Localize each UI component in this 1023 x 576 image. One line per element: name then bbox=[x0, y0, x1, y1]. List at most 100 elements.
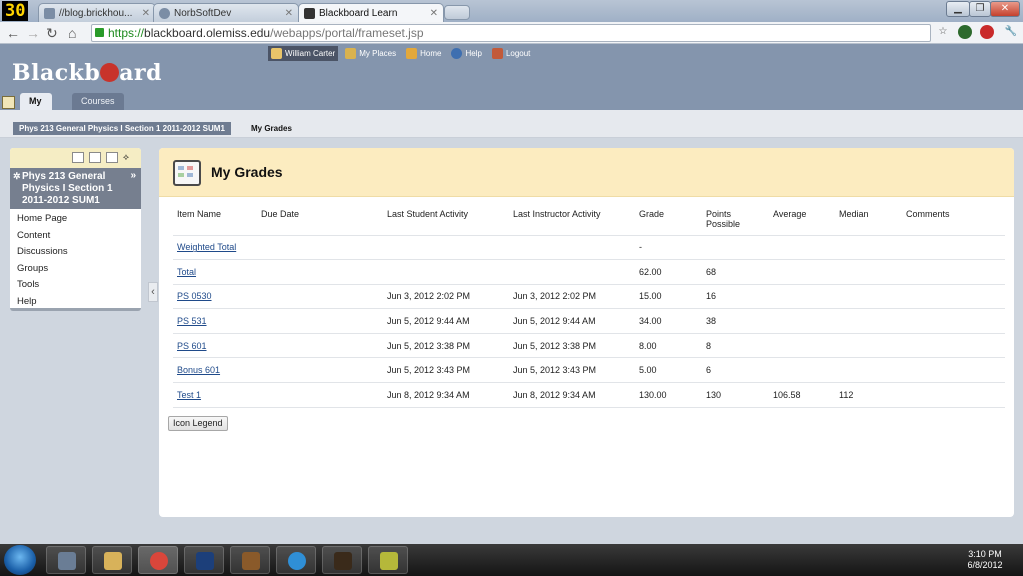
grade-item-link[interactable]: Bonus 601 bbox=[177, 365, 220, 375]
grade-item-link[interactable]: PS 531 bbox=[177, 316, 207, 326]
taskbar-app-library[interactable] bbox=[230, 546, 270, 574]
col-grade[interactable]: Grade bbox=[635, 205, 702, 236]
icon-legend-button[interactable]: Icon Legend bbox=[168, 416, 228, 431]
home-icon bbox=[406, 48, 418, 59]
col-due-date[interactable]: Due Date bbox=[257, 205, 383, 236]
course-menu: ⟡ ✲ Phys 213 General Physics I Section 1… bbox=[10, 148, 141, 311]
close-icon[interactable]: ✕ bbox=[430, 4, 438, 22]
cell-average bbox=[769, 284, 835, 310]
grade-item-link[interactable]: PS 0530 bbox=[177, 291, 212, 301]
maximize-button[interactable]: ❐ bbox=[969, 1, 991, 17]
course-menu-list: Home Page Content Discussions Groups Too… bbox=[10, 209, 141, 309]
col-last-student-activity[interactable]: Last Student Activity bbox=[383, 205, 509, 236]
cell-median: 112 bbox=[835, 382, 902, 408]
col-last-instructor-activity[interactable]: Last Instructor Activity bbox=[509, 205, 635, 236]
opera-extension-icon[interactable] bbox=[980, 25, 994, 39]
col-points-possible[interactable]: Points Possible bbox=[702, 205, 769, 236]
globe-icon bbox=[159, 8, 170, 19]
grade-item-link[interactable]: Total bbox=[177, 267, 196, 277]
cell-student-activity: Jun 5, 2012 3:43 PM bbox=[383, 357, 509, 384]
start-button[interactable] bbox=[4, 545, 36, 575]
bookmark-star-icon[interactable]: ☆ bbox=[936, 25, 950, 39]
extension-icon[interactable] bbox=[958, 25, 972, 39]
table-row: PS 0530 Jun 3, 2012 2:02 PM Jun 3, 2012 … bbox=[173, 284, 1005, 310]
help-link[interactable]: Help bbox=[448, 46, 484, 61]
cell-average bbox=[769, 259, 835, 285]
cell-student-activity: Jun 5, 2012 9:44 AM bbox=[383, 308, 509, 334]
new-tab-button[interactable] bbox=[444, 5, 470, 20]
pin-icon[interactable]: ⟡ bbox=[123, 152, 135, 163]
taskbar-app-tool[interactable] bbox=[368, 546, 408, 574]
user-name[interactable]: William Carter bbox=[268, 46, 339, 61]
address-bar[interactable]: https://blackboard.olemiss.edu/webapps/p… bbox=[91, 24, 931, 42]
cell-points: 8 bbox=[702, 333, 769, 359]
double-chevron-right-icon[interactable]: » bbox=[130, 170, 136, 182]
taskbar-app-kindle[interactable] bbox=[184, 546, 224, 574]
logo-seal-icon bbox=[100, 63, 120, 82]
url-host: blackboard.olemiss.edu bbox=[144, 26, 271, 40]
grade-item-link[interactable]: Test 1 bbox=[177, 390, 201, 400]
grade-item-link[interactable]: PS 601 bbox=[177, 341, 207, 351]
grade-item-link[interactable]: Weighted Total bbox=[177, 242, 236, 252]
tab-label: NorbSoftDev bbox=[174, 8, 232, 19]
menu-item-help[interactable]: Help bbox=[10, 294, 141, 309]
cell-comments bbox=[902, 308, 1005, 334]
table-row: Total 62.00 68 bbox=[173, 259, 1005, 285]
forward-icon[interactable]: → bbox=[26, 24, 40, 42]
table-row: PS 531 Jun 5, 2012 9:44 AM Jun 5, 2012 9… bbox=[173, 308, 1005, 334]
close-icon[interactable]: ✕ bbox=[142, 4, 150, 22]
new-window-icon[interactable] bbox=[106, 152, 118, 163]
system-clock[interactable]: 3:10 PM 6/8/2012 bbox=[955, 549, 1015, 571]
menu-item-content[interactable]: Content bbox=[10, 228, 141, 245]
browser-tab-blackboard[interactable]: Blackboard Learn ✕ bbox=[298, 3, 444, 22]
cell-median bbox=[835, 259, 902, 285]
home-link[interactable]: Home bbox=[403, 46, 444, 61]
close-window-button[interactable]: ✕ bbox=[990, 1, 1020, 17]
taskbar-app-chrome[interactable] bbox=[138, 546, 178, 574]
cell-instructor-activity bbox=[509, 259, 635, 285]
cell-points bbox=[702, 235, 769, 261]
col-median[interactable]: Median bbox=[835, 205, 902, 236]
menu-item-home-page[interactable]: Home Page bbox=[10, 211, 141, 228]
logout-link[interactable]: Logout bbox=[489, 46, 533, 61]
tab-menu-icon[interactable] bbox=[2, 96, 15, 109]
browser-tab-blog[interactable]: //blog.brickhou... ✕ bbox=[38, 3, 156, 22]
blackboard-logo[interactable]: Blackb ard bbox=[12, 60, 162, 86]
cell-instructor-activity: Jun 5, 2012 3:43 PM bbox=[509, 357, 635, 384]
cell-instructor-activity: Jun 5, 2012 3:38 PM bbox=[509, 333, 635, 359]
back-icon[interactable]: ← bbox=[6, 24, 20, 42]
taskbar-app-monitor[interactable] bbox=[46, 546, 86, 574]
col-item-name[interactable]: Item Name bbox=[173, 205, 257, 236]
cell-student-activity bbox=[383, 259, 509, 285]
my-places-icon bbox=[345, 48, 357, 59]
collapse-menu-button[interactable]: ‹ bbox=[148, 282, 158, 302]
browser-tab-norbsoft[interactable]: NorbSoftDev ✕ bbox=[153, 3, 299, 22]
course-title[interactable]: ✲ Phys 213 General Physics I Section 1 2… bbox=[10, 168, 141, 209]
lock-icon bbox=[95, 28, 104, 37]
my-places-link[interactable]: My Places bbox=[342, 46, 399, 61]
home-icon[interactable]: ⌂ bbox=[68, 24, 76, 42]
folder-view-icon[interactable] bbox=[89, 152, 101, 163]
taskbar-app-game[interactable] bbox=[322, 546, 362, 574]
clock-time: 3:10 PM bbox=[968, 549, 1002, 559]
menu-item-groups[interactable]: Groups bbox=[10, 261, 141, 278]
menu-item-discussions[interactable]: Discussions bbox=[10, 244, 141, 261]
col-average[interactable]: Average bbox=[769, 205, 835, 236]
menu-item-tools[interactable]: Tools bbox=[10, 277, 141, 294]
course-menu-tools: ⟡ bbox=[10, 148, 141, 168]
col-comments[interactable]: Comments bbox=[902, 205, 1005, 236]
cell-points: 130 bbox=[702, 382, 769, 408]
table-row: Test 1 Jun 8, 2012 9:34 AM Jun 8, 2012 9… bbox=[173, 382, 1005, 408]
cell-instructor-activity: Jun 5, 2012 9:44 AM bbox=[509, 308, 635, 334]
cell-average bbox=[769, 308, 835, 334]
wrench-icon[interactable]: 🔧 bbox=[1004, 25, 1018, 39]
breadcrumb-course[interactable]: Phys 213 General Physics I Section 1 201… bbox=[13, 122, 231, 135]
tab-my-um[interactable]: My UM bbox=[20, 93, 52, 123]
list-view-icon[interactable] bbox=[72, 152, 84, 163]
reload-icon[interactable]: ↻ bbox=[46, 24, 58, 42]
tab-courses[interactable]: Courses bbox=[72, 93, 124, 110]
minimize-button[interactable]: ▁ bbox=[946, 1, 970, 17]
taskbar-app-ie[interactable] bbox=[276, 546, 316, 574]
taskbar-app-explorer[interactable] bbox=[92, 546, 132, 574]
close-icon[interactable]: ✕ bbox=[285, 4, 293, 22]
